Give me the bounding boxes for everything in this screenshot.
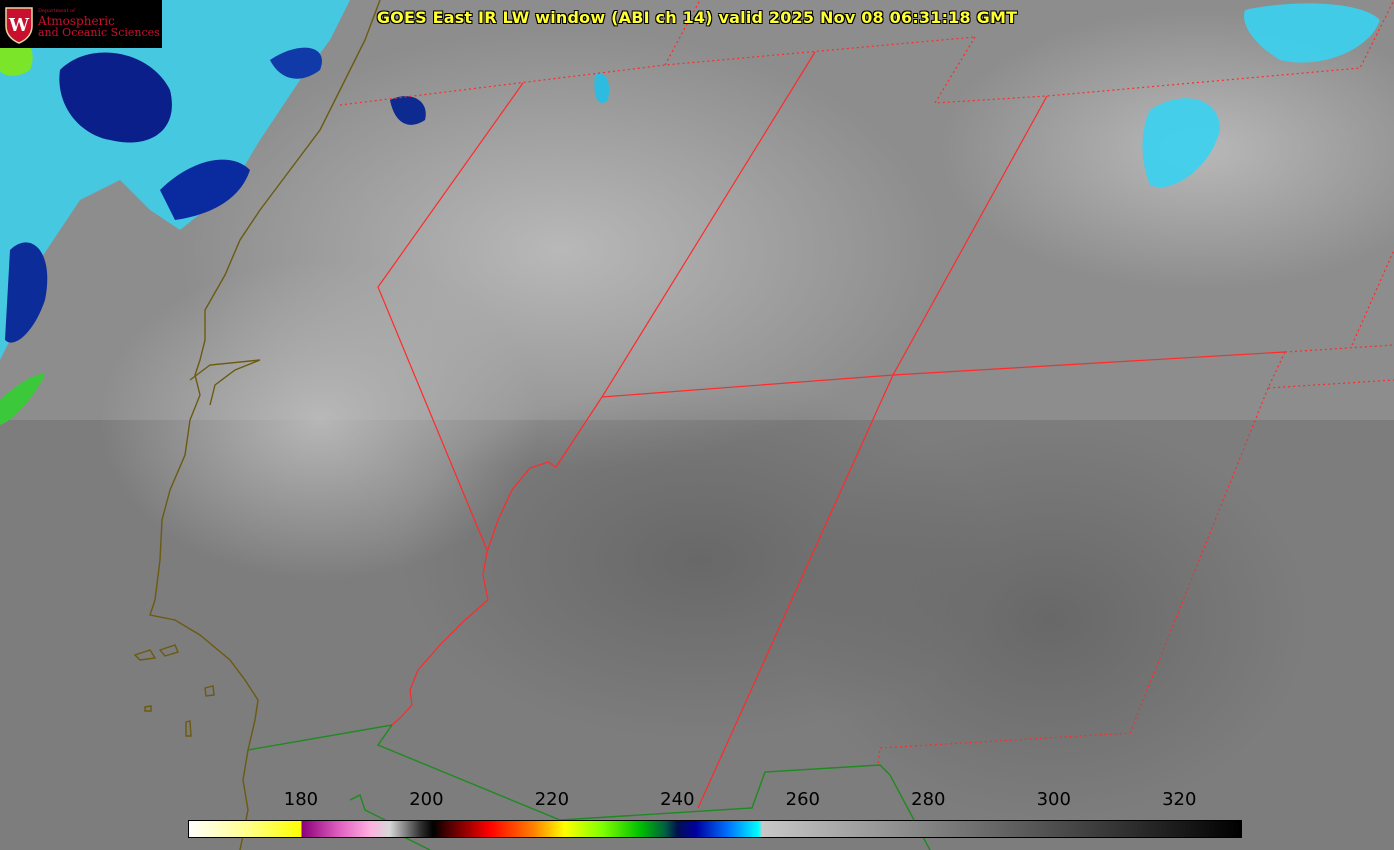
ir-map-canvas bbox=[0, 0, 1394, 850]
colorbar-tick-240: 240 bbox=[660, 789, 695, 810]
satellite-image-view: W Department of Atmospheric and Oceanic … bbox=[0, 0, 1394, 850]
colorbar-tick-280: 280 bbox=[911, 789, 946, 810]
temperature-colorbar bbox=[188, 820, 1242, 838]
colorbar-tick-260: 260 bbox=[785, 789, 821, 810]
image-title: GOES East IR LW window (ABI ch 14) valid… bbox=[376, 8, 1018, 27]
logo-line-2: and Oceanic Sciences bbox=[38, 26, 160, 40]
colorbar-tick-220: 220 bbox=[534, 789, 570, 810]
colorbar-tick-200: 200 bbox=[409, 789, 444, 810]
colorbar-tick-320: 320 bbox=[1162, 789, 1197, 810]
colorbar-tick-300: 300 bbox=[1036, 789, 1071, 810]
warm-plains-area bbox=[790, 420, 1310, 820]
colorbar-tick-180: 180 bbox=[283, 789, 319, 810]
